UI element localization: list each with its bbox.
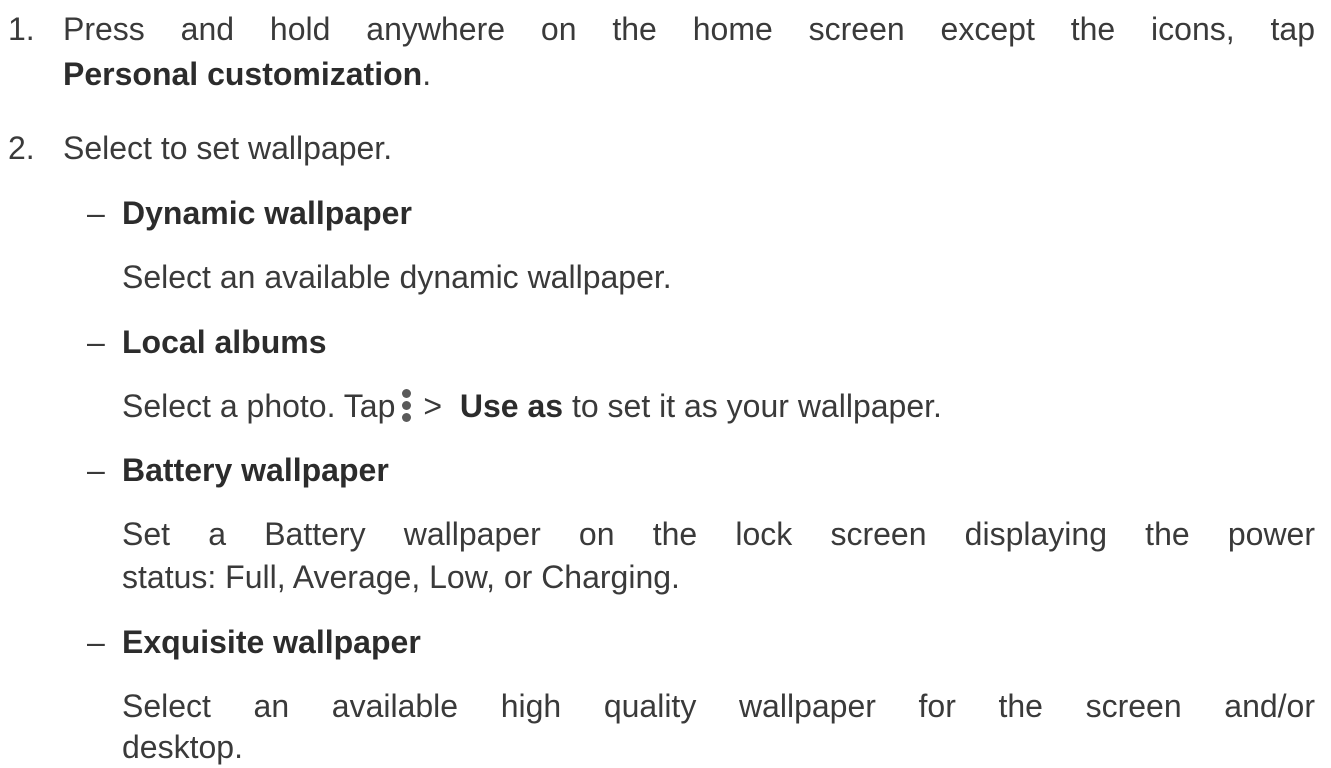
option-title: Dynamic wallpaper <box>122 195 412 231</box>
option-description: Set a Battery wallpaper on the lock scre… <box>122 516 1315 552</box>
option-title: Local albums <box>122 324 327 360</box>
option-description: Select an available high quality wallpap… <box>122 688 1315 724</box>
step-number: 1. <box>8 11 35 47</box>
option-description: Select an available dynamic wallpaper. <box>122 259 672 295</box>
bullet-dash: – <box>87 624 105 660</box>
arrow-symbol: > <box>423 388 443 424</box>
option-description: Select a photo. Tap > Use as to set it as… <box>122 388 942 424</box>
step-number: 2. <box>8 130 35 166</box>
option-description-continued: status: Full, Average, Low, or Charging. <box>122 559 680 595</box>
bold-term: Use as <box>459 388 564 424</box>
bullet-dash: – <box>87 195 105 231</box>
bullet-dash: – <box>87 452 105 488</box>
manual-page: 1. Press and hold anywhere on the home s… <box>0 0 1331 765</box>
option-title: Battery wallpaper <box>122 452 389 488</box>
step-text: Press and hold anywhere on the home scre… <box>63 11 1315 47</box>
step-text-continued: Personal customization. <box>63 56 432 92</box>
step-text: Select to set wallpaper. <box>63 130 393 166</box>
option-title: Exquisite wallpaper <box>122 624 421 660</box>
bold-term: Personal customization <box>63 56 423 92</box>
bullet-dash: – <box>87 324 105 360</box>
more-vertical-icon <box>399 389 413 423</box>
option-description-continued: desktop. <box>122 729 243 765</box>
